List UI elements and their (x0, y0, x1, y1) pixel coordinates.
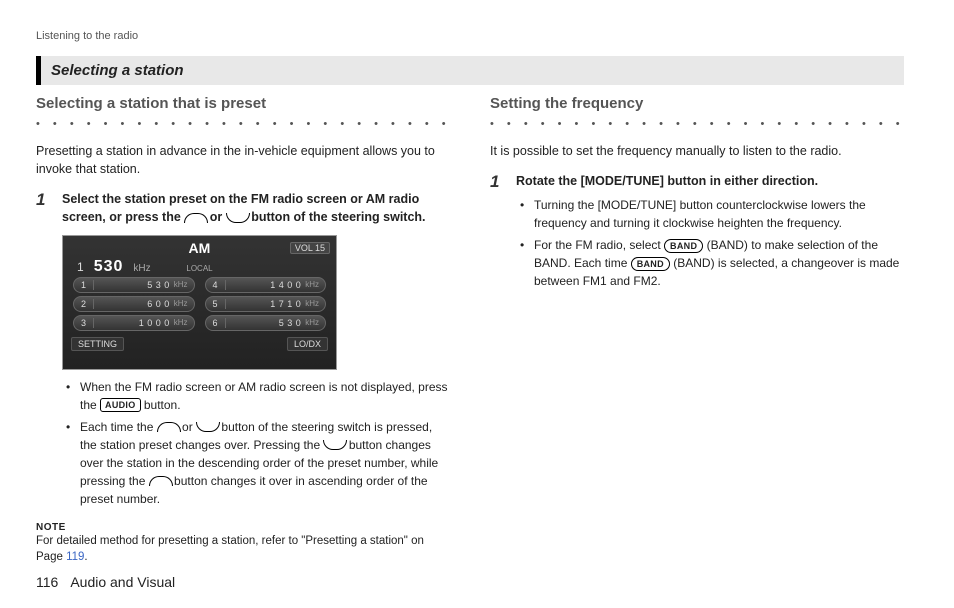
dot-leader: • • • • • • • • • • • • • • • • • • • • … (36, 118, 450, 130)
steering-up-icon (184, 213, 206, 222)
steering-down-icon (323, 440, 345, 449)
radio-lodx-button: LO/DX (287, 337, 328, 351)
steering-up-icon (157, 422, 179, 431)
text: Turning the [MODE/TUNE] button countercl… (534, 196, 904, 232)
right-bullet-1: • Turning the [MODE/TUNE] button counter… (520, 196, 904, 232)
page-footer: 116 Audio and Visual (36, 574, 175, 590)
note-label: NOTE (36, 522, 450, 533)
section-title-bar: Selecting a station (36, 56, 904, 85)
page-number: 116 (36, 574, 58, 590)
page-reference-link[interactable]: 119 (66, 551, 84, 563)
left-step-1: 1 Select the station preset on the FM ra… (36, 190, 450, 511)
radio-current-preset: 1 (77, 260, 84, 274)
step-instruction: Rotate the [MODE/TUNE] button in either … (516, 172, 904, 190)
left-bullet-1: • When the FM radio screen or AM radio s… (66, 378, 450, 414)
dot-leader: • • • • • • • • • • • • • • • • • • • • … (490, 118, 904, 130)
right-bullet-2: • For the FM radio, select BAND (BAND) t… (520, 236, 904, 290)
radio-current-unit: kHz (133, 263, 150, 274)
text: button. (141, 398, 181, 412)
left-intro: Presetting a station in advance in the i… (36, 142, 450, 178)
band-button-icon: BAND (664, 239, 703, 253)
radio-band-label: AM (189, 240, 211, 256)
radio-preset-button: 26 0 0kHz (73, 296, 195, 312)
step-number: 1 (36, 190, 54, 511)
right-subheading: Setting the frequency (490, 95, 904, 112)
right-intro: It is possible to set the frequency manu… (490, 142, 904, 160)
audio-button-icon: AUDIO (100, 398, 141, 412)
step-instruction: Select the station preset on the FM radi… (62, 190, 450, 226)
left-bullet-2: • Each time the or button of the steerin… (66, 418, 450, 508)
radio-screen-figure: AM VOL 15 1 530 kHz LOCAL 15 3 0kHz41 4 … (62, 235, 337, 370)
steering-up-icon (149, 476, 171, 485)
left-column: Selecting a station that is preset • • •… (36, 95, 450, 566)
radio-preset-button: 65 3 0kHz (205, 315, 327, 331)
right-step-1: 1 Rotate the [MODE/TUNE] button in eithe… (490, 172, 904, 294)
radio-setting-button: SETTING (71, 337, 124, 351)
breadcrumb: Listening to the radio (36, 30, 904, 42)
radio-preset-button: 41 4 0 0kHz (205, 277, 327, 293)
left-subheading: Selecting a station that is preset (36, 95, 450, 112)
text: Each time the (80, 420, 157, 434)
note-text: For detailed method for presetting a sta… (36, 533, 450, 566)
text: For detailed method for presetting a sta… (36, 535, 424, 564)
step-number: 1 (490, 172, 508, 294)
band-button-icon: BAND (631, 257, 670, 271)
text: or (179, 420, 196, 434)
text: . (84, 551, 87, 563)
text: or (206, 210, 225, 224)
chapter-name: Audio and Visual (70, 574, 175, 590)
radio-preset-button: 51 7 1 0kHz (205, 296, 327, 312)
radio-preset-button: 15 3 0kHz (73, 277, 195, 293)
steering-down-icon (226, 213, 248, 222)
radio-volume: VOL 15 (290, 242, 330, 254)
right-column: Setting the frequency • • • • • • • • • … (490, 95, 904, 566)
text: For the FM radio, select (534, 238, 664, 252)
text: button of the steering switch. (248, 210, 426, 224)
radio-current-freq: 530 (94, 258, 124, 276)
radio-preset-button: 31 0 0 0kHz (73, 315, 195, 331)
steering-down-icon (196, 422, 218, 431)
